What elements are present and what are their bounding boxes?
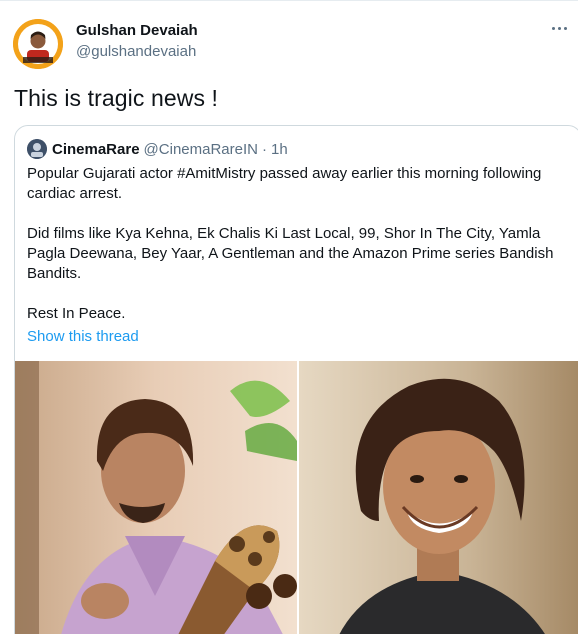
author-name[interactable]: Gulshan Devaiah: [76, 22, 198, 39]
quoted-tweet[interactable]: CinemaRare @CinemaRareIN · 1h Popular Gu…: [14, 125, 578, 634]
more-options-icon[interactable]: [548, 17, 570, 39]
tweet-text: This is tragic news !: [14, 85, 219, 111]
quoted-author-handle[interactable]: @CinemaRareIN: [144, 141, 258, 158]
quoted-author-avatar[interactable]: [27, 139, 47, 159]
quoted-paragraph: Popular Gujarati actor #AmitMistry passe…: [27, 165, 542, 202]
author-handle[interactable]: @gulshandevaiah: [76, 43, 196, 60]
media-grid: [15, 361, 578, 634]
tweet: Gulshan Devaiah @gulshandevaiah This is …: [0, 0, 578, 634]
quoted-author-name[interactable]: CinemaRare: [52, 141, 140, 158]
quoted-paragraph: Rest In Peace.: [27, 305, 126, 322]
photo-actor-smiling-portrait[interactable]: [299, 361, 578, 634]
quoted-tweet-text: Popular Gujarati actor #AmitMistry passe…: [27, 164, 567, 324]
separator-dot: ·: [261, 140, 267, 158]
quoted-tweet-header: CinemaRare @CinemaRareIN · 1h: [27, 138, 288, 160]
quoted-timestamp[interactable]: 1h: [271, 141, 288, 158]
author-avatar[interactable]: [13, 19, 63, 69]
photo-actor-playing-sarod[interactable]: [15, 361, 297, 634]
quoted-paragraph: Did films like Kya Kehna, Ek Chalis Ki L…: [27, 225, 554, 282]
show-thread-link[interactable]: Show this thread: [27, 328, 139, 345]
